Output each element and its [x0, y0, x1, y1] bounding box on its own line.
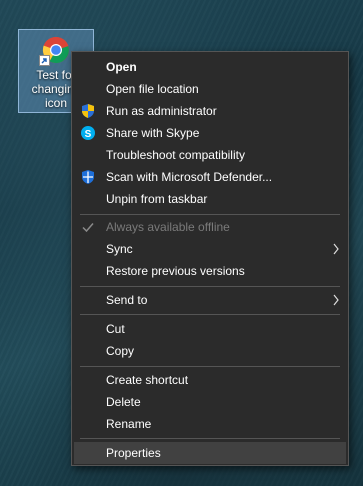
- menu-item-create-shortcut[interactable]: Create shortcut: [74, 369, 346, 391]
- menu-item-label: Send to: [106, 293, 148, 307]
- menu-item-open-file-location[interactable]: Open file location: [74, 78, 346, 100]
- menu-item-label: Properties: [106, 446, 161, 460]
- svg-text:S: S: [85, 129, 92, 140]
- menu-item-restore-previous-versions[interactable]: Restore previous versions: [74, 260, 346, 282]
- menu-item-troubleshoot-compatibility[interactable]: Troubleshoot compatibility: [74, 144, 346, 166]
- menu-item-label: Copy: [106, 344, 135, 358]
- menu-item-label: Rename: [106, 417, 152, 431]
- menu-item-label: Restore previous versions: [106, 264, 245, 278]
- menu-separator: [80, 366, 340, 367]
- menu-item-sync[interactable]: Sync: [74, 238, 346, 260]
- menu-separator: [80, 314, 340, 315]
- menu-item-label: Cut: [106, 322, 125, 336]
- menu-item-label: Run as administrator: [106, 104, 217, 118]
- menu-item-label: Unpin from taskbar: [106, 192, 208, 206]
- skype-icon: S: [80, 125, 96, 141]
- menu-item-send-to[interactable]: Send to: [74, 289, 346, 311]
- menu-separator: [80, 214, 340, 215]
- menu-item-label: Scan with Microsoft Defender...: [106, 170, 273, 184]
- menu-item-properties[interactable]: Properties: [74, 442, 346, 464]
- menu-item-delete[interactable]: Delete: [74, 391, 346, 413]
- menu-item-label: Create shortcut: [106, 373, 189, 387]
- checkmark-icon: [80, 219, 96, 235]
- menu-item-label: Open file location: [106, 82, 199, 96]
- menu-item-cut[interactable]: Cut: [74, 318, 346, 340]
- menu-item-scan-with-defender[interactable]: Scan with Microsoft Defender...: [74, 166, 346, 188]
- defender-icon: [80, 169, 96, 185]
- menu-item-always-available-offline: Always available offline: [74, 216, 346, 238]
- menu-item-copy[interactable]: Copy: [74, 340, 346, 362]
- menu-item-label: Always available offline: [106, 220, 230, 234]
- shortcut-arrow-icon: [39, 55, 50, 66]
- menu-item-label: Delete: [106, 395, 141, 409]
- menu-separator: [80, 438, 340, 439]
- menu-item-unpin-from-taskbar[interactable]: Unpin from taskbar: [74, 188, 346, 210]
- menu-item-label: Open: [106, 60, 137, 74]
- uac-shield-icon: [80, 103, 96, 119]
- menu-item-rename[interactable]: Rename: [74, 413, 346, 435]
- menu-separator: [80, 286, 340, 287]
- menu-item-label: Share with Skype: [106, 126, 200, 140]
- context-menu: Open Open file location Run as administr…: [71, 51, 349, 466]
- menu-item-label: Sync: [106, 242, 133, 256]
- chevron-right-icon: [332, 289, 340, 317]
- menu-item-share-with-skype[interactable]: S Share with Skype: [74, 122, 346, 144]
- menu-item-open[interactable]: Open: [74, 56, 346, 78]
- menu-item-label: Troubleshoot compatibility: [106, 148, 245, 162]
- menu-item-run-as-administrator[interactable]: Run as administrator: [74, 100, 346, 122]
